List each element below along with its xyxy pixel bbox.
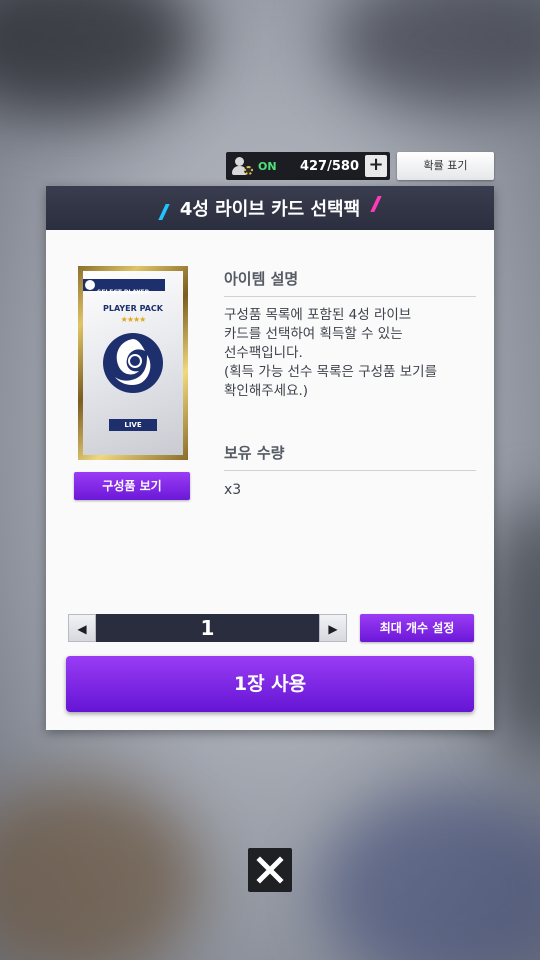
description-line: 선수팩입니다. [224, 345, 303, 361]
quantity-value[interactable]: 1 [96, 614, 319, 642]
player-pack-card-image: SELECT PLAYER PLAYER PACK ★★★★ LIVE [78, 266, 188, 460]
owned-quantity-heading: 보유 수량 [224, 444, 285, 462]
card-pack-label: PLAYER PACK [103, 304, 163, 313]
description-line: 확인해주세요.) [224, 383, 309, 399]
description-line: 구성품 목록에 포함된 4성 라이브 [224, 307, 412, 323]
item-dialog: 4성 라이브 카드 선택팩 SELECT PLAYER PLAYER PACK … [46, 186, 494, 730]
add-slot-button[interactable]: + [365, 155, 387, 177]
increment-button[interactable]: ▶ [319, 614, 347, 642]
divider [224, 470, 476, 471]
close-icon [256, 856, 284, 884]
user-gear-icon [226, 152, 258, 180]
description-line: (획득 가능 선수 목록은 구성품 보기를 [224, 364, 438, 380]
close-button[interactable] [248, 848, 292, 892]
card-top-label: SELECT PLAYER [97, 289, 150, 296]
use-button[interactable]: 1장 사용 [66, 656, 474, 712]
dialog-header: 4성 라이브 카드 선택팩 [46, 186, 494, 230]
slot-count: 427/580 [299, 158, 359, 174]
owned-quantity-value: x3 [224, 482, 242, 498]
description-line: 카드를 선택하여 획득할 수 있는 [224, 326, 403, 342]
slot-status-chip: ON 427/580 + [226, 152, 390, 180]
set-max-button[interactable]: 최대 개수 설정 [360, 614, 474, 642]
dialog-title: 4성 라이브 카드 선택팩 [179, 199, 361, 220]
card-live-label: LIVE [109, 419, 157, 431]
probability-button[interactable]: 확률 표기 [397, 152, 494, 180]
card-stars: ★★★★ [120, 315, 147, 324]
decrement-button[interactable]: ◀ [68, 614, 96, 642]
item-description-heading: 아이템 설명 [224, 270, 299, 288]
emblem-icon [103, 333, 163, 393]
divider [224, 296, 476, 297]
card-top-band: SELECT PLAYER [83, 279, 165, 296]
view-components-button[interactable]: 구성품 보기 [74, 472, 190, 500]
status-on-label: ON [258, 159, 277, 173]
quantity-stepper: ◀ 1 ▶ [68, 614, 347, 642]
